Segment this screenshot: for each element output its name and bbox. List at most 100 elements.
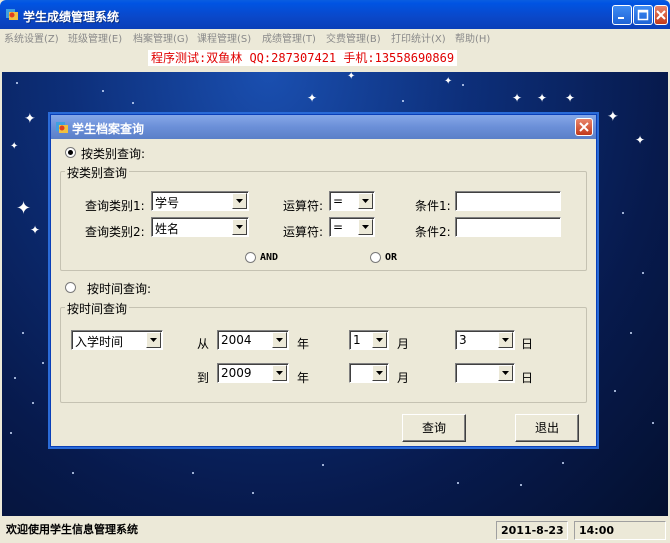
to-day-select[interactable]	[455, 363, 515, 383]
title-bar[interactable]: 学生成绩管理系统	[0, 0, 670, 29]
star-icon: ✦	[565, 91, 576, 105]
query-field-1-value: 学号	[155, 196, 180, 210]
close-icon	[656, 10, 666, 20]
chevron-down-icon	[502, 338, 509, 342]
menu-print-statistics[interactable]: 打印统计(X)	[391, 30, 446, 45]
dialog-title: 学生档案查询	[72, 122, 145, 136]
menu-fee-management[interactable]: 交费管理(B)	[326, 30, 381, 45]
operator-1-label: 运算符:	[283, 199, 324, 213]
student-archive-query-dialog: 学生档案查询 按类别查询: 按类别查询 查询类别1: 学号 运算符: = 条件1…	[50, 114, 597, 447]
time-query-radio[interactable]	[65, 282, 76, 293]
menu-system-settings[interactable]: 系统设置(Z)	[4, 30, 59, 45]
query-field-2-select[interactable]: 姓名	[151, 217, 249, 237]
to-label: 到	[197, 371, 210, 385]
from-day-value: 3	[459, 333, 467, 347]
category-group-title: 按类别查询	[65, 164, 130, 181]
query-field-2-value: 姓名	[155, 222, 180, 236]
menu-grade-management[interactable]: 成绩管理(T)	[262, 30, 316, 45]
dropdown-arrow[interactable]	[498, 332, 513, 348]
query-field-1-select[interactable]: 学号	[151, 191, 249, 211]
close-icon	[579, 122, 589, 132]
status-bar: 欢迎使用学生信息管理系统 2011-8-23 14:00	[0, 518, 670, 543]
operator-2-label: 运算符:	[283, 225, 324, 239]
from-label: 从	[197, 337, 210, 351]
condition-2-label: 条件2:	[415, 225, 451, 239]
dropdown-arrow[interactable]	[272, 365, 287, 381]
status-date: 2011-8-23	[496, 521, 568, 540]
condition-1-label: 条件1:	[415, 199, 451, 213]
to-month-unit: 月	[397, 371, 410, 385]
menu-bar: 系统设置(Z) 班级管理(E) 档案管理(G) 课程管理(S) 成绩管理(T) …	[0, 29, 670, 46]
star-icon: ✦	[347, 72, 356, 82]
dropdown-arrow[interactable]	[372, 365, 387, 381]
time-query-label: 按时间查询:	[87, 282, 152, 296]
from-day-unit: 日	[521, 337, 534, 351]
or-radio[interactable]	[370, 252, 381, 263]
time-query-group: 按时间查询	[60, 300, 587, 403]
query-field-2-label: 查询类别2:	[85, 225, 145, 239]
operator-1-value: =	[333, 194, 344, 208]
query-field-1-label: 查询类别1:	[85, 199, 145, 213]
menu-course-management[interactable]: 课程管理(S)	[197, 30, 251, 45]
menu-class-management[interactable]: 班级管理(E)	[68, 30, 122, 45]
exit-button[interactable]: 退出	[515, 414, 579, 442]
star-icon: ✦	[30, 223, 41, 237]
chevron-down-icon	[362, 225, 369, 229]
minimize-icon	[618, 17, 624, 19]
dropdown-arrow[interactable]	[232, 193, 247, 209]
star-icon: ✦	[24, 111, 36, 127]
chevron-down-icon	[150, 338, 157, 342]
status-welcome: 欢迎使用学生信息管理系统	[6, 523, 138, 536]
from-year-select[interactable]: 2004	[217, 330, 289, 350]
dropdown-arrow[interactable]	[232, 219, 247, 235]
to-year-value: 2009	[221, 366, 252, 380]
dropdown-arrow[interactable]	[358, 219, 373, 235]
star-icon: ✦	[10, 141, 19, 152]
from-day-select[interactable]: 3	[455, 330, 515, 350]
star-icon: ✦	[512, 91, 523, 105]
from-month-value: 1	[353, 333, 361, 347]
time-group-title: 按时间查询	[65, 300, 130, 317]
dropdown-arrow[interactable]	[372, 332, 387, 348]
time-field-select[interactable]: 入学时间	[71, 330, 163, 350]
category-query-radio[interactable]	[65, 147, 76, 158]
app-icon	[56, 122, 68, 133]
close-button[interactable]	[654, 5, 668, 25]
to-month-select[interactable]	[349, 363, 389, 383]
from-month-select[interactable]: 1	[349, 330, 389, 350]
dropdown-arrow[interactable]	[146, 332, 161, 348]
star-icon: ✦	[307, 91, 318, 105]
minimize-button[interactable]	[612, 5, 632, 25]
menu-help[interactable]: 帮助(H)	[455, 30, 490, 45]
star-icon: ✦	[537, 91, 548, 105]
dialog-title-bar[interactable]: 学生档案查询	[51, 115, 596, 139]
star-icon: ✦	[16, 198, 32, 219]
condition-1-input[interactable]	[455, 191, 561, 211]
to-year-select[interactable]: 2009	[217, 363, 289, 383]
chevron-down-icon	[276, 371, 283, 375]
operator-2-select[interactable]: =	[329, 217, 375, 237]
condition-2-input[interactable]	[455, 217, 561, 237]
category-query-label: 按类别查询:	[81, 147, 146, 161]
from-year-value: 2004	[221, 333, 252, 347]
chevron-down-icon	[376, 338, 383, 342]
query-button[interactable]: 查询	[402, 414, 466, 442]
maximize-button[interactable]	[633, 5, 653, 25]
dropdown-arrow[interactable]	[272, 332, 287, 348]
dropdown-arrow[interactable]	[498, 365, 513, 381]
chevron-down-icon	[502, 371, 509, 375]
menu-archive-management[interactable]: 档案管理(G)	[133, 30, 189, 45]
developer-banner: 程序测试:双鱼林 QQ:287307421 手机:13558690869	[148, 50, 458, 66]
chevron-down-icon	[362, 199, 369, 203]
from-year-unit: 年	[297, 337, 310, 351]
and-radio[interactable]	[245, 252, 256, 263]
app-icon	[6, 9, 18, 20]
operator-1-select[interactable]: =	[329, 191, 375, 211]
to-day-unit: 日	[521, 371, 534, 385]
dialog-close-button[interactable]	[575, 118, 593, 136]
dropdown-arrow[interactable]	[358, 193, 373, 209]
and-label: AND	[260, 252, 279, 263]
star-icon: ✦	[635, 133, 646, 147]
maximize-icon	[637, 9, 649, 21]
status-time: 14:00	[574, 521, 666, 540]
